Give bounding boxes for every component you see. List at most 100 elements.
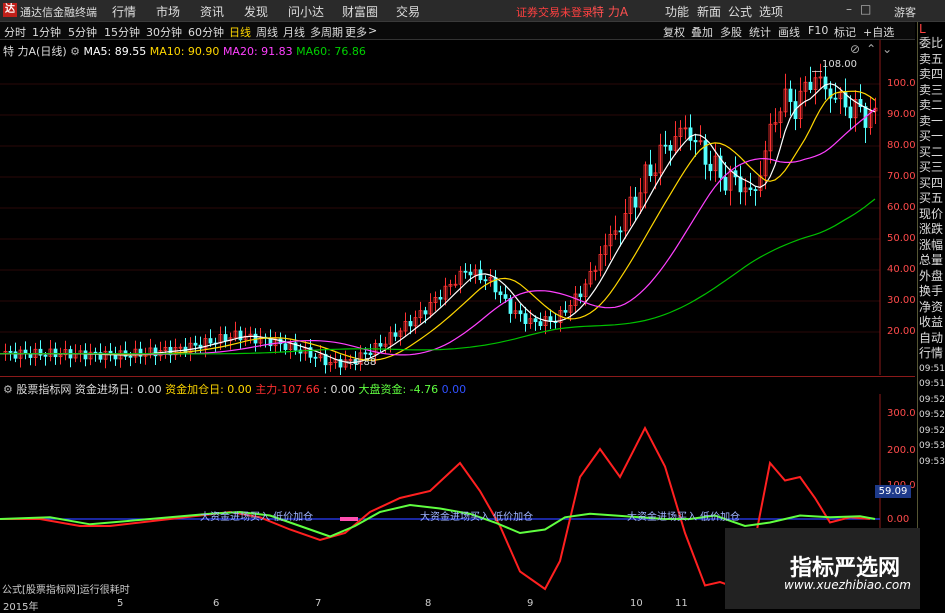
candle-body <box>363 352 368 355</box>
signal-text-2: 大资金进场买入 低价加仓 <box>420 512 534 523</box>
candle-body <box>8 351 13 353</box>
date-label: 5 <box>117 598 124 609</box>
kline-chart[interactable] <box>0 40 915 375</box>
candle-body <box>738 176 743 193</box>
menu-function[interactable]: 功能 <box>665 3 689 20</box>
candle-body <box>508 298 513 314</box>
right-panel-item: 自动 <box>919 330 944 345</box>
candle-body <box>378 343 383 347</box>
price-axis-label: 90.00 <box>887 109 916 120</box>
candle-body <box>723 177 728 191</box>
period-60min[interactable]: 60分钟 <box>188 24 224 40</box>
period-more[interactable]: 更多 <box>345 24 367 40</box>
candle-body <box>53 348 58 358</box>
price-axis-label: 80.00 <box>887 140 916 151</box>
right-panel-item: 行情 <box>919 346 944 360</box>
menu-news[interactable]: 资讯 <box>200 3 224 20</box>
candle-body <box>708 163 713 172</box>
tool-overlay[interactable]: 叠加 <box>691 24 713 40</box>
signal-text-1: 大资金进场买入 低价加仓 <box>200 512 314 523</box>
candle-body <box>423 310 428 315</box>
right-panel-item: 买三 <box>919 160 944 174</box>
candle-body <box>93 351 98 354</box>
tool-add-favorite[interactable]: +自选 <box>863 24 894 40</box>
candle-body <box>38 348 43 356</box>
chevron-right-icon[interactable]: > <box>368 24 377 37</box>
right-panel-item: 涨幅 <box>919 237 944 252</box>
candle-body <box>663 144 668 147</box>
tool-adjust[interactable]: 复权 <box>663 24 685 40</box>
period-1min[interactable]: 1分钟 <box>32 24 61 40</box>
menu-new-page[interactable]: 新面 <box>697 3 721 20</box>
app-logo-icon: 达 <box>3 3 17 17</box>
login-status[interactable]: 证券交易未登录 <box>516 4 593 20</box>
tool-f10[interactable]: F10 <box>808 24 828 37</box>
tool-multi-stock[interactable]: 多股 <box>720 24 742 40</box>
menu-quotes[interactable]: 行情 <box>112 3 136 20</box>
tool-draw[interactable]: 画线 <box>778 24 800 40</box>
candle-body <box>83 350 88 360</box>
candle-body <box>463 270 468 273</box>
right-panel-item: 卖三 <box>919 82 944 97</box>
indicator-axis-label: 300.0 <box>887 408 916 419</box>
menu-formula[interactable]: 公式 <box>728 3 752 20</box>
candle-body <box>368 352 373 356</box>
candle-body <box>438 296 443 300</box>
candle-body <box>753 189 758 191</box>
candle-body <box>523 313 528 324</box>
menu-discover[interactable]: 发现 <box>244 3 268 20</box>
date-label: 6 <box>213 598 220 609</box>
candle-body <box>688 127 693 141</box>
candle-body <box>703 140 708 165</box>
ma60-line <box>0 198 876 355</box>
minimize-icon[interactable]: – <box>846 2 860 16</box>
period-intraday[interactable]: 分时 <box>4 24 26 40</box>
period-30min[interactable]: 30分钟 <box>146 24 182 40</box>
maximize-icon[interactable]: □ <box>860 2 879 16</box>
period-5min[interactable]: 5分钟 <box>68 24 97 40</box>
right-panel-item: 09:52 <box>919 410 945 420</box>
signal-marker <box>350 517 358 521</box>
candle-body <box>788 88 793 102</box>
candle-body <box>533 318 538 323</box>
window-controls[interactable]: –□ <box>846 2 879 16</box>
menu-ask[interactable]: 问小达 <box>288 3 324 20</box>
tool-mark[interactable]: 标记 <box>834 24 856 40</box>
candle-body <box>223 334 228 342</box>
low-annotation: 9.88 <box>354 357 377 368</box>
price-axis-label: 30.00 <box>887 295 916 306</box>
candle-body <box>618 230 623 233</box>
guest-label[interactable]: 游客 <box>894 4 916 20</box>
right-panel-item: 卖五 <box>919 51 944 66</box>
candle-body <box>238 330 243 341</box>
period-weekly[interactable]: 周线 <box>256 24 278 40</box>
right-panel-item: 买四 <box>919 175 944 190</box>
price-axis-label: 100.0 <box>887 78 916 89</box>
title-stock-name: 特 力A <box>592 5 629 19</box>
date-label: 11 <box>675 598 688 609</box>
right-panel-item: 总量 <box>919 253 944 267</box>
right-panel-item: 09:52 <box>919 394 945 405</box>
menu-wealth[interactable]: 财富圈 <box>342 3 378 20</box>
menu-options[interactable]: 选项 <box>759 3 783 20</box>
current-value-marker: 59.09 <box>875 485 911 498</box>
right-panel-item: 净资 <box>919 299 944 314</box>
candle-body <box>503 294 508 299</box>
right-panel-item: 外盘 <box>919 268 944 283</box>
period-monthly[interactable]: 月线 <box>283 24 305 40</box>
tool-stats[interactable]: 统计 <box>749 24 771 40</box>
period-daily[interactable]: 日线 <box>229 24 251 40</box>
right-panel-item: 09:53 <box>919 456 945 467</box>
period-15min[interactable]: 15分钟 <box>104 24 140 40</box>
candle-body <box>668 145 673 151</box>
right-panel-item: 现价 <box>919 206 944 221</box>
right-panel-item: 买二 <box>919 144 944 159</box>
menu-market[interactable]: 市场 <box>156 3 180 20</box>
signal-text-3: 大资金进场买入 低价加仓 <box>627 512 741 523</box>
right-panel-item: 买一 <box>919 129 944 143</box>
ma10-line <box>0 90 876 361</box>
period-multi[interactable]: 多周期 <box>310 24 343 40</box>
right-panel-item: 09:52 <box>919 425 945 436</box>
price-axis-label: 60.00 <box>887 202 916 213</box>
menu-trade[interactable]: 交易 <box>396 3 420 20</box>
